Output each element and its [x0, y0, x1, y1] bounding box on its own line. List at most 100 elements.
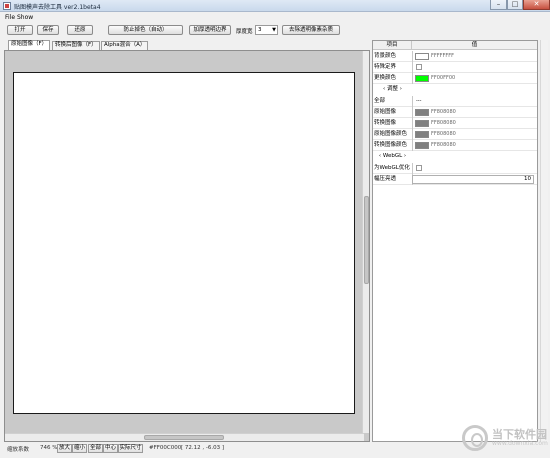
cursor-coordinates: [ 72.12 , -6.03 ] [181, 445, 225, 451]
property-name: 背景颜色 [374, 53, 397, 59]
property-grid-header: 项目 值 [373, 41, 537, 50]
menu-file[interactable]: File [5, 14, 15, 21]
window-title: 贴图模声去除工具 ver2.1beta4 [14, 4, 101, 11]
property-row-special-location[interactable]: 特殊定界 [373, 62, 537, 73]
tab-converted-image[interactable]: 转换后图像（F） [52, 41, 100, 50]
property-value[interactable]: FF00FF00 [412, 73, 537, 84]
view-tabs: 原始图像（F） 转换后图像（F） Alpha混合（A） [4, 40, 370, 50]
menu-show[interactable]: Show [17, 14, 33, 21]
scale-value: 746 % [40, 445, 58, 451]
thicken-border-button[interactable]: 加厚透明边界 [189, 25, 231, 35]
group-header: ‹ 调整 › [373, 84, 412, 95]
property-row-original-image[interactable]: 原始图像 FF808080 [373, 107, 537, 118]
webgl-optimize-checkbox[interactable] [416, 165, 422, 171]
viewport-horizontal-scrollbar[interactable] [5, 433, 364, 441]
toolbar: 打开 保存 还原 防止掉色（自动） 加厚透明边界 厚度宽 3 ▼ 去除透明像素杂… [0, 22, 550, 38]
property-value[interactable]: FFFFFFFF [412, 51, 537, 62]
property-value[interactable]: FF808080 [412, 140, 537, 151]
vertical-scroll-thumb[interactable] [364, 196, 369, 284]
color-value-text: FF808080 [431, 109, 456, 115]
image-viewport[interactable] [4, 50, 370, 442]
thickness-select[interactable]: 3 ▼ [255, 25, 278, 35]
property-name: 更换颜色 [374, 75, 397, 81]
group-label: WebGL [382, 153, 403, 159]
property-grid-scrollbar[interactable] [540, 40, 548, 442]
color-swatch [415, 131, 429, 138]
minimize-button[interactable]: – [490, 0, 507, 10]
property-value[interactable] [412, 62, 537, 73]
column-header-value: 值 [471, 42, 478, 48]
color-swatch [415, 142, 429, 149]
restore-button[interactable]: 还原 [67, 25, 93, 35]
color-value-text: FF808080 [431, 120, 456, 126]
pixel-color-readout: #FF00C000 [149, 445, 182, 451]
group-header: ‹ WebGL › [373, 151, 412, 162]
title-bar: 贴图模声去除工具 ver2.1beta4 – □ ✕ [0, 0, 550, 12]
property-value[interactable]: --- [412, 96, 537, 107]
property-name: 原始图像 [374, 109, 397, 115]
property-row-background-color[interactable]: 背景颜色 FFFFFFFF [373, 51, 537, 62]
color-value-text: FF00FF00 [431, 75, 456, 81]
watermark: 当下软件园 www.downxia.com [462, 425, 550, 453]
scale-label: 缩放系数 [7, 447, 30, 453]
close-button[interactable]: ✕ [523, 0, 550, 10]
property-value[interactable]: FF808080 [412, 107, 537, 118]
property-name: 为WebGL优化 [374, 165, 410, 171]
property-name: 全部 [374, 98, 386, 104]
group-label: 调整 [386, 86, 398, 92]
watermark-url: www.downxia.com [492, 440, 548, 447]
property-row-replace-color[interactable]: 更换颜色 FF00FF00 [373, 73, 537, 84]
remove-noise-button[interactable]: 去除透明像素杂质 [282, 25, 340, 35]
image-canvas[interactable] [13, 72, 355, 414]
property-group-webgl[interactable]: ‹ WebGL › [373, 151, 537, 162]
color-swatch [415, 53, 429, 60]
property-name: 原始图像颜色 [374, 131, 408, 137]
property-row-converted-image-color[interactable]: 转换图像颜色 FF808080 [373, 140, 537, 151]
maximize-button[interactable]: □ [507, 0, 523, 10]
app-icon [3, 2, 11, 10]
property-value[interactable] [412, 163, 537, 174]
tab-alpha-blend[interactable]: Alpha混合（A） [101, 41, 149, 50]
property-value[interactable]: 10 [412, 174, 537, 185]
menu-bar: File Show [0, 12, 550, 22]
special-location-checkbox[interactable] [416, 64, 422, 70]
property-row-brightness[interactable]: 幅压亮透 10 [373, 174, 537, 185]
property-row-original-image-color[interactable]: 原始图像颜色 FF808080 [373, 129, 537, 140]
property-group-adjust[interactable]: ‹ 调整 › [373, 84, 537, 95]
center-button[interactable]: 中心 [103, 444, 118, 453]
save-button[interactable]: 保存 [37, 25, 59, 35]
property-name: 特殊定界 [374, 64, 397, 70]
color-value-text: FFFFFFFF [431, 53, 455, 59]
thickness-value: 3 [258, 27, 262, 33]
color-swatch [415, 109, 429, 116]
color-value-text: FF808080 [431, 131, 456, 137]
downxia-logo-icon [462, 425, 488, 451]
zoom-out-button[interactable]: 缩小 [72, 444, 87, 453]
property-row-converted-image[interactable]: 转换图像 FF808080 [373, 118, 537, 129]
thickness-label: 厚度宽 [236, 29, 253, 35]
horizontal-scroll-thumb[interactable] [144, 435, 224, 440]
property-name: 转换图像颜色 [374, 142, 408, 148]
color-swatch [415, 120, 429, 127]
viewport-vertical-scrollbar[interactable] [362, 51, 369, 433]
property-value[interactable]: FF808080 [412, 118, 537, 129]
prevent-color-loss-button[interactable]: 防止掉色（自动） [108, 25, 183, 35]
tab-original-image[interactable]: 原始图像（F） [8, 40, 51, 50]
property-row-webgl-optimize[interactable]: 为WebGL优化 [373, 163, 537, 174]
zoom-in-button[interactable]: 放大 [57, 444, 72, 453]
open-button[interactable]: 打开 [7, 25, 33, 35]
chevron-down-icon: ▼ [272, 27, 276, 33]
column-header-item: 项目 [373, 41, 412, 50]
chevron-right-icon: › [403, 153, 407, 159]
brightness-input[interactable]: 10 [412, 175, 534, 184]
property-name: 转换图像 [374, 120, 397, 126]
property-name: 幅压亮透 [374, 176, 397, 182]
color-swatch [415, 75, 429, 82]
chevron-right-icon: › [399, 86, 402, 92]
fit-all-button[interactable]: 全部 [88, 444, 103, 453]
property-row-all[interactable]: 全部 --- [373, 96, 537, 107]
property-grid: 项目 值 背景颜色 FFFFFFFF 特殊定界 更换颜色 FF00FF00 ‹ … [372, 40, 538, 442]
actual-size-button[interactable]: 实际尺寸 [118, 444, 143, 453]
property-value-text: --- [416, 98, 422, 104]
property-value[interactable]: FF808080 [412, 129, 537, 140]
